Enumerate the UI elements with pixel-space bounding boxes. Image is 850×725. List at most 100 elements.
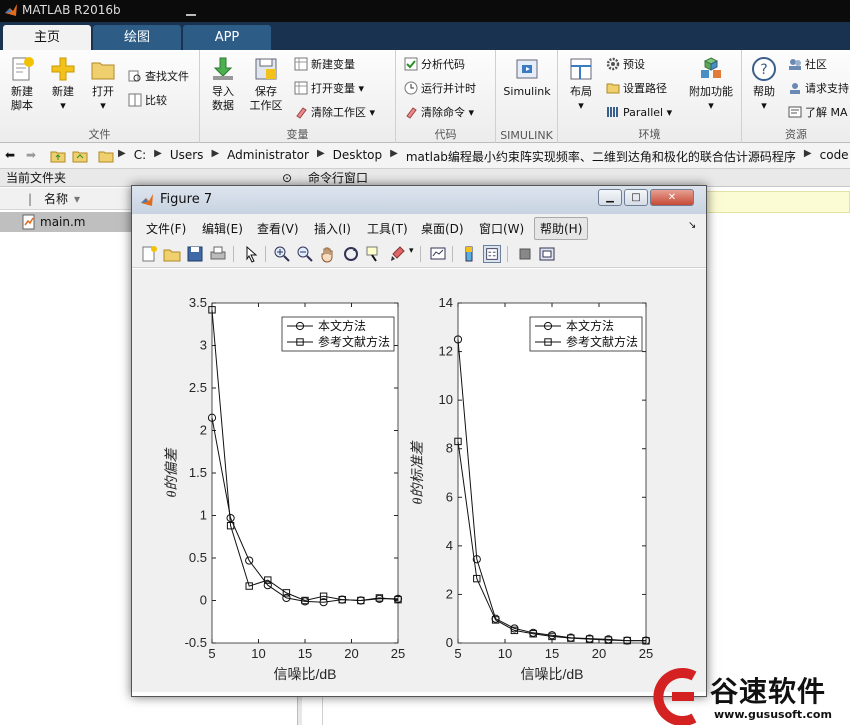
learn-matlab-icon — [788, 106, 802, 118]
pan-hand-icon[interactable] — [319, 245, 337, 263]
clear-commands-button[interactable]: 清除命令 ▾ — [404, 104, 474, 122]
print-icon[interactable] — [209, 245, 227, 263]
breadcrumb-item[interactable]: matlab编程最小约束阵实现频率、二维到达角和极化的联合估计源码程序 — [406, 148, 796, 165]
sort-arrow-icon: ▾ — [74, 192, 81, 206]
legend-label: 本文方法 — [566, 318, 614, 333]
figure-plot-area[interactable]: 5 10 15 20 25-0.500.511.522.533.5信噪比/dBθ的偏差本… — [132, 269, 706, 692]
simulink-button[interactable]: Simulink — [500, 56, 554, 99]
menu-insert[interactable]: 插入(I) — [314, 220, 351, 237]
dock-arrow-icon[interactable]: ↘ — [688, 220, 696, 231]
pointer-icon[interactable] — [242, 245, 260, 263]
file-name: main.m — [40, 215, 86, 229]
tab-apps[interactable]: APP — [183, 25, 271, 50]
new-script-label: 新建 脚本 — [11, 85, 33, 112]
zoom-out-icon[interactable] — [296, 245, 314, 263]
menu-help[interactable]: 帮助(H) — [534, 217, 589, 240]
y-tick-label: 2 — [200, 423, 207, 438]
x-axis-label: 信噪比/dB — [520, 666, 583, 682]
zoom-in-icon[interactable] — [273, 245, 291, 263]
layout-icon — [570, 58, 592, 80]
parallel-button[interactable]: Parallel ▾ — [606, 104, 672, 122]
toolbar-divider — [507, 246, 508, 262]
forward-arrow-icon[interactable]: ➡ — [26, 148, 36, 162]
help-label: 帮助 — [753, 85, 775, 98]
y-tick-label: 0 — [446, 635, 453, 650]
minimize-icon[interactable] — [186, 14, 196, 16]
import-data-icon — [213, 57, 233, 80]
layout-dropdown-icon: ▾ — [578, 99, 584, 112]
breadcrumb-item[interactable]: C: — [134, 148, 146, 165]
menu-view[interactable]: 查看(V) — [257, 220, 299, 237]
new-variable-button[interactable]: 新建变量 — [294, 56, 355, 74]
learn-matlab-label: 了解 MA — [805, 106, 848, 119]
clear-workspace-button[interactable]: 清除工作区 ▾ — [294, 104, 375, 122]
new-script-button[interactable]: 新建 脚本 — [4, 56, 40, 113]
open-label: 打开 — [92, 85, 114, 98]
breadcrumb-item[interactable]: Desktop — [333, 148, 383, 165]
maximize-icon[interactable]: □ — [624, 189, 648, 206]
analyze-code-button[interactable]: 分析代码 — [404, 56, 465, 74]
menu-window[interactable]: 窗口(W) — [479, 220, 524, 237]
browse-folder-icon[interactable] — [72, 148, 88, 164]
ribbon: 新建 脚本 新建 ▾ 打开 ▾ 查找文件 比较 文件 导入 数据 保存 工作区 新建… — [0, 50, 850, 143]
folder-icon — [98, 151, 114, 163]
legend-icon[interactable] — [483, 245, 501, 263]
open-variable-button[interactable]: 打开变量 ▾ — [294, 80, 364, 98]
figure-titlebar: Figure 7 ▁ □ ✕ — [132, 186, 706, 214]
new-figure-icon[interactable] — [140, 245, 158, 263]
menu-file[interactable]: 文件(F) — [146, 220, 186, 237]
data-cursor-icon[interactable] — [365, 245, 383, 263]
gear-icon — [606, 57, 620, 71]
save-workspace-button[interactable]: 保存 工作区 — [246, 56, 286, 113]
breadcrumb-item[interactable]: code — [820, 148, 849, 165]
new-variable-icon — [294, 57, 308, 71]
add-ons-button[interactable]: 附加功能 ▾ — [686, 56, 736, 113]
compare-button[interactable]: 比较 — [128, 92, 167, 110]
clear-workspace-dropdown-icon: ▾ — [369, 106, 376, 119]
up-folder-icon[interactable] — [50, 148, 66, 164]
minimize-icon[interactable]: ▁ — [598, 189, 622, 206]
breadcrumb-item[interactable]: Administrator — [227, 148, 309, 165]
tab-plots[interactable]: 绘图 — [93, 25, 181, 50]
set-path-icon — [606, 83, 620, 94]
open-file-icon[interactable] — [163, 245, 181, 263]
x-tick-label: 20 — [344, 646, 358, 661]
brush-dropdown-icon[interactable]: ▾ — [409, 246, 414, 256]
figure-canvas[interactable]: 5 10 15 20 25 -0.5 0 0.5 1 1.5 2 2.5 3 3.5 信噪比/dB θ的偏差本… — [132, 269, 706, 692]
figure-window: Figure 7 ▁ □ ✕ 文件(F) 编辑(E) 查看(V) 插入(I) 工… — [131, 185, 707, 697]
learn-matlab-button[interactable]: 了解 MA — [788, 104, 848, 122]
request-support-button[interactable]: 请求支持 — [788, 80, 849, 98]
run-and-time-button[interactable]: 运行并计时 — [404, 80, 476, 98]
find-files-button[interactable]: 查找文件 — [128, 68, 189, 86]
community-button[interactable]: 社区 — [788, 56, 827, 74]
hide-plot-tools-icon[interactable] — [516, 245, 534, 263]
y-tick-label: 2.5 — [189, 380, 207, 395]
menu-tools[interactable]: 工具(T) — [367, 220, 408, 237]
open-button[interactable]: 打开 ▾ — [86, 56, 120, 113]
import-data-button[interactable]: 导入 数据 — [206, 56, 240, 113]
breadcrumb: ▶ C: ▶ Users ▶ Administrator ▶ Desktop ▶… — [118, 148, 850, 165]
colorbar-icon[interactable] — [460, 245, 478, 263]
rotate-3d-icon[interactable] — [342, 245, 360, 263]
close-icon[interactable]: ✕ — [650, 189, 694, 206]
ribbon-group-environment-label: 环境 — [638, 128, 661, 141]
preferences-button[interactable]: 预设 — [606, 56, 645, 74]
tab-home[interactable]: 主页 — [3, 25, 91, 50]
breadcrumb-separator-icon: ▶ — [118, 148, 126, 159]
brush-icon[interactable] — [388, 245, 406, 263]
layout-button[interactable]: 布局 ▾ — [564, 56, 598, 113]
chart-2: 5 10 15 20 25 0 2 4 6 8 10 12 14 信噪比/dB θ的标准差 本文方法参考文献方… — [410, 295, 653, 682]
y-tick-label: 1 — [200, 508, 207, 523]
menu-desktop[interactable]: 桌面(D) — [421, 220, 464, 237]
x-tick-label: 25 — [639, 646, 653, 661]
link-plot-icon[interactable] — [429, 245, 447, 263]
help-button[interactable]: ? 帮助 ▾ — [748, 56, 780, 113]
set-path-button[interactable]: 设置路径 — [606, 80, 667, 98]
show-plot-tools-icon[interactable] — [538, 245, 556, 263]
menu-edit[interactable]: 编辑(E) — [202, 220, 243, 237]
save-icon[interactable] — [186, 245, 204, 263]
back-arrow-icon[interactable]: ⬅ — [5, 148, 15, 162]
breadcrumb-item[interactable]: Users — [170, 148, 204, 165]
new-button[interactable]: 新建 ▾ — [46, 56, 80, 113]
mfile-icon — [22, 214, 35, 230]
